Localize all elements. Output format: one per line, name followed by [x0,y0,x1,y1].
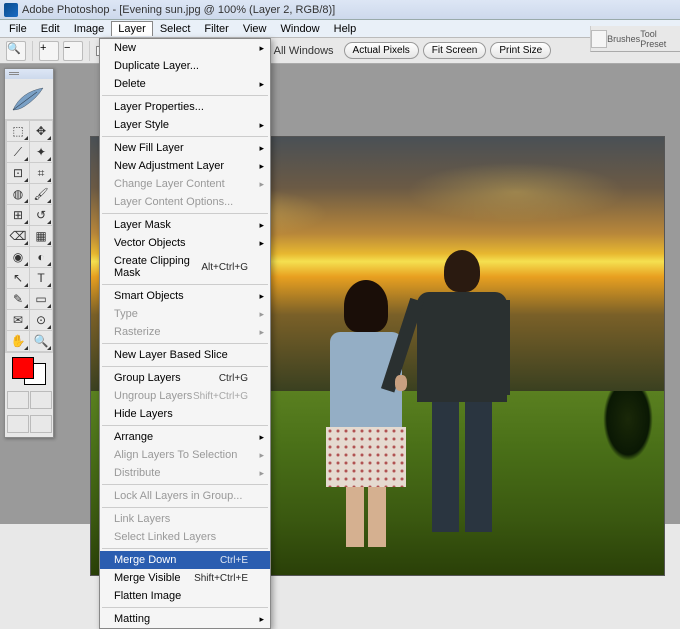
tool-stamp[interactable]: ⊞ [7,205,29,225]
menu-item-layer-mask[interactable]: Layer Mask [100,216,270,234]
menu-item-change-layer-content: Change Layer Content [100,175,270,193]
tool-lasso[interactable]: ⟋ [7,142,29,162]
menu-layer[interactable]: Layer [111,21,153,36]
hands [395,375,407,391]
tool-shape[interactable]: ▭ [30,289,52,309]
tool-pen[interactable]: ✎ [7,289,29,309]
tool-marquee[interactable]: ⬚ [7,121,29,141]
menu-item-vector-objects[interactable]: Vector Objects [100,234,270,252]
menu-help[interactable]: Help [327,21,364,37]
menu-edit[interactable]: Edit [34,21,67,37]
tool-crop[interactable]: ⊡ [7,163,29,183]
menu-item-new-fill-layer[interactable]: New Fill Layer [100,139,270,157]
menu-item-new[interactable]: New [100,39,270,57]
tool-dodge[interactable]: ◐ [30,247,52,267]
menubar: FileEditImageLayerSelectFilterViewWindow… [0,20,680,38]
menu-item-select-linked-layers: Select Linked Layers [100,528,270,546]
zoom-out-icon[interactable]: − [63,41,83,61]
menu-item-duplicate-layer[interactable]: Duplicate Layer... [100,57,270,75]
fit-screen-button[interactable]: Fit Screen [423,42,487,59]
menu-item-create-clipping-mask[interactable]: Create Clipping MaskAlt+Ctrl+G [100,252,270,282]
tool-eyedrop[interactable]: ⊙ [30,310,52,330]
tool-hand[interactable]: ✋ [7,331,29,351]
feather-icon [5,79,53,119]
menu-item-distribute: Distribute [100,464,270,482]
zoom-in-icon[interactable]: + [39,41,59,61]
standard-mode-icon[interactable] [7,391,29,409]
fg-color-swatch[interactable] [12,357,34,379]
screen-mode-1-icon[interactable] [7,415,29,433]
actual-pixels-button[interactable]: Actual Pixels [344,42,419,59]
menu-item-type: Type [100,305,270,323]
menu-item-group-layers[interactable]: Group LayersCtrl+G [100,369,270,387]
tool-move[interactable]: ✥ [30,121,52,141]
print-size-button[interactable]: Print Size [490,42,551,59]
app-icon [4,3,18,17]
tool-wand[interactable]: ✦ [30,142,52,162]
toolbox-header[interactable] [5,69,53,79]
menu-item-ungroup-layers: Ungroup LayersShift+Ctrl+G [100,387,270,405]
menu-item-align-layers-to-selection: Align Layers To Selection [100,446,270,464]
tool-slice[interactable]: ⌗ [30,163,52,183]
menu-item-rasterize: Rasterize [100,323,270,341]
screen-mode-2-icon[interactable] [30,415,52,433]
person-man [412,250,512,540]
color-swatches [5,353,53,437]
menu-item-arrange[interactable]: Arrange [100,428,270,446]
tool-history-brush[interactable]: ↺ [30,205,52,225]
menu-view[interactable]: View [236,21,274,37]
menu-filter[interactable]: Filter [197,21,235,37]
menu-item-new-layer-based-slice[interactable]: New Layer Based Slice [100,346,270,364]
menu-item-flatten-image[interactable]: Flatten Image [100,587,270,605]
tool-brush[interactable]: 🖌 [30,184,52,204]
menu-item-smart-objects[interactable]: Smart Objects [100,287,270,305]
menu-item-delete[interactable]: Delete [100,75,270,93]
tool-eraser[interactable]: ⌫ [7,226,29,246]
menu-item-matting[interactable]: Matting [100,610,270,628]
menu-select[interactable]: Select [153,21,198,37]
tool-notes[interactable]: ✉ [7,310,29,330]
tool-type[interactable]: T [30,268,52,288]
right-panel: Brushes Tool Preset [590,26,680,52]
tool-preset-tab[interactable]: Tool Preset [640,29,680,49]
tool-gradient[interactable]: ▦ [30,226,52,246]
tool-blur[interactable]: ◉ [7,247,29,267]
layer-menu-dropdown: NewDuplicate Layer...Delete Layer Propert… [99,38,271,629]
brushes-tab[interactable]: Brushes [607,34,640,44]
menu-item-link-layers: Link Layers [100,510,270,528]
menu-item-merge-visible[interactable]: Merge VisibleShift+Ctrl+E [100,569,270,587]
menu-image[interactable]: Image [67,21,112,37]
menu-item-hide-layers[interactable]: Hide Layers [100,405,270,423]
menu-item-new-adjustment-layer[interactable]: New Adjustment Layer [100,157,270,175]
window-title: Adobe Photoshop - [Evening sun.jpg @ 100… [22,4,335,16]
person-woman [326,280,406,540]
menu-item-layer-content-options: Layer Content Options... [100,193,270,211]
quickmask-mode-icon[interactable] [30,391,52,409]
menu-item-merge-down[interactable]: Merge DownCtrl+E [100,551,270,569]
menu-item-layer-properties[interactable]: Layer Properties... [100,98,270,116]
titlebar: Adobe Photoshop - [Evening sun.jpg @ 100… [0,0,680,20]
zoom-tool-icon[interactable]: 🔍 [6,41,26,61]
panel-toggle-icon[interactable] [591,30,607,48]
toolbox: ⬚✥⟋✦⊡⌗◍🖌⊞↺⌫▦◉◐↖T✎▭✉⊙✋🔍 [4,68,54,438]
tool-heal[interactable]: ◍ [7,184,29,204]
menu-item-lock-all-layers-in-group: Lock All Layers in Group... [100,487,270,505]
tool-zoom[interactable]: 🔍 [30,331,52,351]
menu-file[interactable]: File [2,21,34,37]
menu-window[interactable]: Window [274,21,327,37]
menu-item-layer-style[interactable]: Layer Style [100,116,270,134]
tool-path[interactable]: ↖ [7,268,29,288]
